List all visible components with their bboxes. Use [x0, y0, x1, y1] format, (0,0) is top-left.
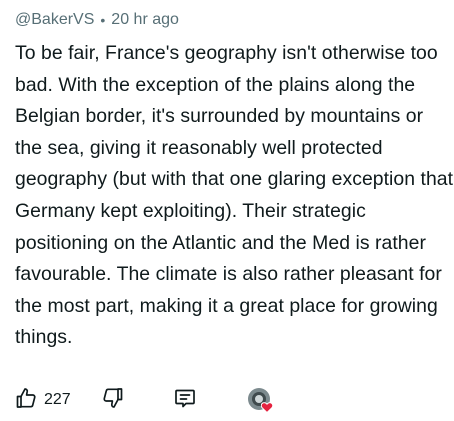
thumbs-up-icon: [14, 386, 44, 415]
upvote-count: 227: [44, 391, 71, 408]
reply-bubble-icon: [173, 386, 197, 415]
comment-meta: @BakerVS • 20 hr ago: [15, 8, 442, 32]
comment-body: To be fair, France's geography isn't oth…: [15, 42, 454, 349]
comment: @BakerVS • 20 hr ago To be fair, France'…: [0, 0, 454, 421]
author-name[interactable]: @BakerVS: [15, 9, 94, 31]
meta-separator: •: [100, 12, 106, 28]
award-button[interactable]: [244, 383, 278, 417]
downvote-button[interactable]: [98, 386, 128, 415]
thumbs-down-icon: [101, 386, 125, 415]
heart-icon: [260, 400, 274, 418]
upvote-button[interactable]: 227: [12, 386, 86, 415]
timestamp: 20 hr ago: [111, 11, 179, 28]
comment-actions: 227: [12, 382, 278, 418]
reply-button[interactable]: [170, 386, 200, 415]
